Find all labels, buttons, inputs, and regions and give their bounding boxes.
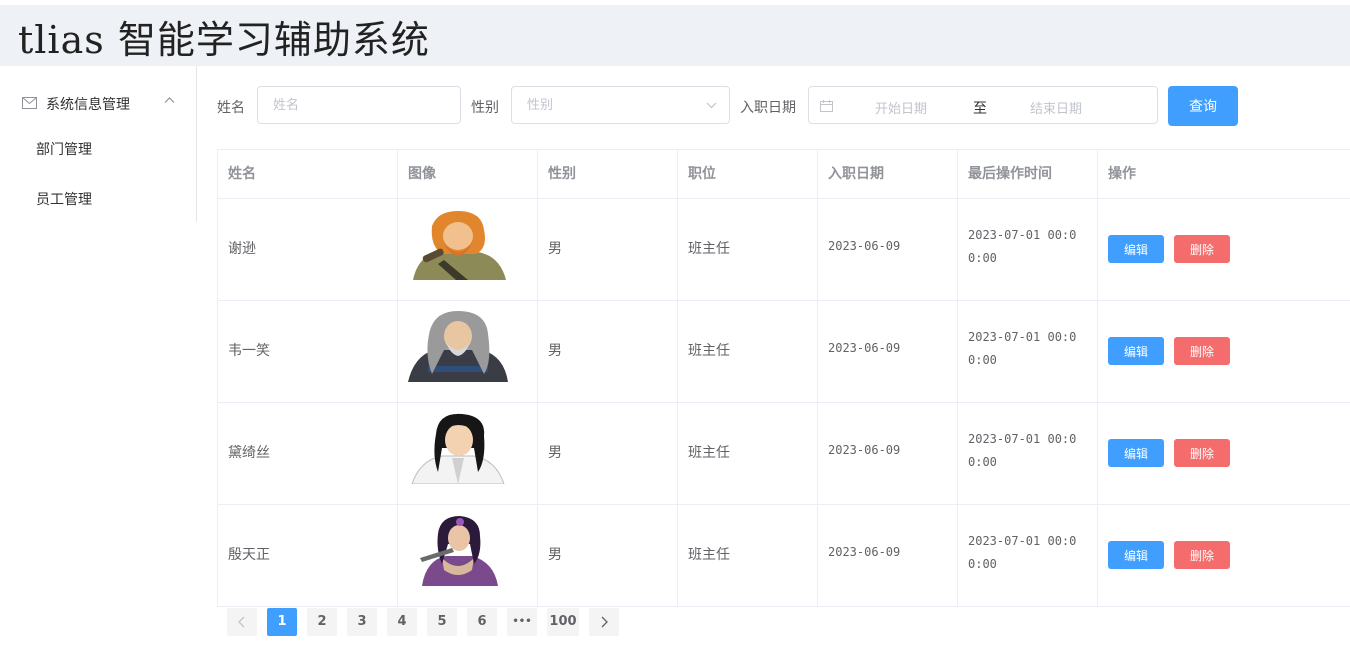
table-row: 谢逊 男 班主任 2023-06-09 2023-07-01 00:0 0:00… <box>218 198 1350 301</box>
table-row: 韦一笑 男 班主任 2023-06-09 2023-07-01 00:0 0:0… <box>218 300 1350 403</box>
edit-button[interactable]: 编辑 <box>1108 337 1164 365</box>
edit-button[interactable]: 编辑 <box>1108 439 1164 467</box>
edit-button[interactable]: 编辑 <box>1108 541 1164 569</box>
sidebar-item-department[interactable]: 部门管理 <box>36 139 92 159</box>
date-separator: 至 <box>973 101 987 117</box>
cell-position: 班主任 <box>688 241 730 257</box>
page-button-1[interactable]: 1 <box>267 608 297 636</box>
sidebar: 系统信息管理 部门管理 员工管理 <box>0 66 197 222</box>
table-row: 殷天正 男 班主任 2023-06-09 2023-07-01 00:0 0:0… <box>218 504 1350 607</box>
avatar <box>420 516 498 586</box>
date-start-input[interactable]: 开始日期 <box>875 98 927 117</box>
chevron-up-icon <box>164 97 175 103</box>
cell-position: 班主任 <box>688 343 730 359</box>
cell-entry-date: 2023-06-09 <box>828 443 901 457</box>
app-title: tlias 智能学习辅助系统 <box>18 18 430 62</box>
cell-name: 谢逊 <box>228 241 256 257</box>
cell-name: 殷天正 <box>228 547 270 563</box>
column-header-entry-date: 入职日期 <box>818 150 958 198</box>
mail-icon <box>22 97 37 109</box>
column-header-gender: 性别 <box>538 150 678 198</box>
name-filter-label: 姓名 <box>217 100 245 116</box>
cell-gender: 男 <box>548 241 562 257</box>
query-button[interactable]: 查询 <box>1168 86 1238 126</box>
cell-last-op-time: 2023-07-01 00:0 <box>968 330 1077 344</box>
avatar <box>408 310 508 382</box>
chevron-left-icon <box>238 616 245 628</box>
employee-table: 姓名 图像 性别 职位 入职日期 最后操作时间 操作 谢逊 男 班主任 2023… <box>217 149 1350 607</box>
gender-select-input[interactable] <box>512 87 729 123</box>
prev-page-button[interactable] <box>227 608 257 636</box>
page-button-100[interactable]: 100 <box>547 608 579 636</box>
page-button-3[interactable]: 3 <box>347 608 377 636</box>
cell-entry-date: 2023-06-09 <box>828 545 901 559</box>
column-header-last-op-time: 最后操作时间 <box>958 150 1098 198</box>
cell-last-op-time: 2023-07-01 00:0 <box>968 534 1077 548</box>
cell-gender: 男 <box>548 445 562 461</box>
delete-button[interactable]: 删除 <box>1174 235 1230 263</box>
avatar <box>411 413 505 484</box>
calendar-icon <box>820 100 833 112</box>
date-range-picker[interactable]: 开始日期 至 结束日期 <box>808 86 1158 124</box>
cell-gender: 男 <box>548 547 562 563</box>
delete-button[interactable]: 删除 <box>1174 337 1230 365</box>
cell-last-op-time-cont: 0:00 <box>968 353 997 367</box>
date-filter-label: 入职日期 <box>740 100 796 116</box>
cell-last-op-time-cont: 0:00 <box>968 455 997 469</box>
name-input[interactable] <box>258 87 460 123</box>
chevron-right-icon <box>601 616 608 628</box>
page-button-5[interactable]: 5 <box>427 608 457 636</box>
cell-entry-date: 2023-06-09 <box>828 239 901 253</box>
cell-last-op-time: 2023-07-01 00:0 <box>968 228 1077 242</box>
name-input-wrapper <box>257 86 461 124</box>
cell-name: 韦一笑 <box>228 343 270 359</box>
cell-name: 黛绮丝 <box>228 445 270 461</box>
date-end-input[interactable]: 结束日期 <box>1030 98 1082 117</box>
page-button-6[interactable]: 6 <box>467 608 497 636</box>
delete-button[interactable]: 删除 <box>1174 541 1230 569</box>
avatar <box>413 210 506 280</box>
column-header-position: 职位 <box>678 150 818 198</box>
page-button-2[interactable]: 2 <box>307 608 337 636</box>
sidebar-group-system-info[interactable]: 系统信息管理 <box>0 76 196 132</box>
sidebar-item-employee[interactable]: 员工管理 <box>36 189 92 209</box>
table-row: 黛绮丝 男 班主任 2023-06-09 2023-07-01 00:0 0:0… <box>218 402 1350 505</box>
cell-last-op-time-cont: 0:00 <box>968 251 997 265</box>
app-header: tlias 智能学习辅助系统 <box>0 5 1350 66</box>
column-header-actions: 操作 <box>1108 166 1136 182</box>
cell-entry-date: 2023-06-09 <box>828 341 901 355</box>
column-header-name: 姓名 <box>218 150 398 198</box>
cell-last-op-time: 2023-07-01 00:0 <box>968 432 1077 446</box>
table-header: 姓名 图像 性别 职位 入职日期 最后操作时间 操作 <box>218 150 1350 199</box>
cell-position: 班主任 <box>688 547 730 563</box>
cell-gender: 男 <box>548 343 562 359</box>
gender-filter-label: 性别 <box>471 100 499 116</box>
more-pages-button[interactable]: ••• <box>507 608 537 636</box>
page-button-4[interactable]: 4 <box>387 608 417 636</box>
column-header-avatar: 图像 <box>398 150 538 198</box>
cell-last-op-time-cont: 0:00 <box>968 557 997 571</box>
cell-position: 班主任 <box>688 445 730 461</box>
gender-select[interactable] <box>511 86 730 124</box>
edit-button[interactable]: 编辑 <box>1108 235 1164 263</box>
delete-button[interactable]: 删除 <box>1174 439 1230 467</box>
next-page-button[interactable] <box>589 608 619 636</box>
chevron-down-icon <box>706 102 717 109</box>
sidebar-group-label: 系统信息管理 <box>46 97 130 113</box>
